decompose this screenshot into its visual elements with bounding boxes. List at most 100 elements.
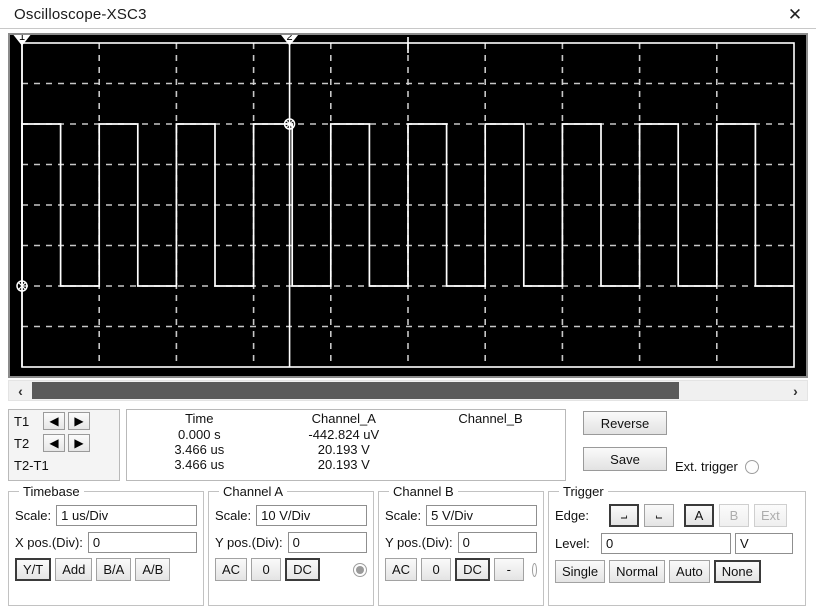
timebase-xpos-row: X pos.(Div): 0 (15, 531, 197, 553)
channel-a-trace (21, 123, 794, 287)
scrollbar-track[interactable] (679, 382, 784, 399)
channel-b-coupling-ac[interactable]: AC (385, 558, 418, 581)
channel-b-coupling--[interactable]: - (493, 558, 524, 581)
cursor-t2-row: T2 ◀ ▶ (9, 432, 119, 454)
channel-a-title: Channel A (219, 484, 287, 499)
scroll-right-icon[interactable]: › (784, 381, 807, 400)
trigger-group: Trigger Edge: ⨼ ⨽ A B Ext Level: 0 V Single… (548, 484, 806, 606)
cursor-diff-label: T2-T1 (14, 457, 49, 473)
cell-channel-b (416, 457, 565, 472)
channel-b-coupling-row: AC 0 DC - (385, 558, 537, 581)
channel-b-probe-indicator[interactable] (531, 562, 537, 577)
ext-trigger-label: Ext. trigger (675, 459, 738, 474)
header-channel-b: Channel_B (458, 411, 523, 426)
channel-b-ypos-label: Y pos.(Div): (385, 534, 453, 550)
ext-trigger-row: Ext. trigger (675, 459, 759, 474)
trigger-level-label: Level: (555, 536, 590, 551)
trigger-mode-auto[interactable]: Auto (669, 560, 710, 583)
cell-channel-a: 20.193 V (317, 457, 370, 472)
channel-a-scale-label: Scale: (215, 507, 252, 523)
channel-a-coupling-row: AC 0 DC (215, 558, 367, 581)
timebase-mode-b-a[interactable]: B/A (96, 558, 132, 581)
cell-channel-b (416, 442, 565, 457)
readout-zone: T1 ◀ ▶ T2 ◀ ▶ T2-T1 Time Channel_A Chann… (8, 409, 808, 487)
channel-b-ypos-row: Y pos.(Div): 0 (385, 531, 537, 553)
cell-channel-a: -442.824 uV (308, 427, 380, 442)
trigger-mode-none[interactable]: None (713, 560, 761, 583)
header-time: Time (185, 411, 214, 426)
cursor-controls: T1 ◀ ▶ T2 ◀ ▶ T2-T1 (8, 409, 120, 481)
channel-a-coupling-0[interactable]: 0 (251, 558, 282, 581)
header-channel-a: Channel_A (311, 411, 376, 426)
channel-b-ypos-input[interactable]: 0 (457, 531, 537, 553)
channel-a-scale-row: Scale: 10 V/Div (215, 504, 367, 526)
channel-a-scale-input[interactable]: 10 V/Div (256, 504, 367, 526)
trigger-edge-label: Edge: (555, 508, 589, 523)
trigger-source-a[interactable]: A (684, 504, 714, 527)
table-header-row: Time Channel_A Channel_B (127, 410, 565, 427)
channel-a-coupling-ac[interactable]: AC (215, 558, 248, 581)
trigger-mode-single[interactable]: Single (555, 560, 606, 583)
timebase-mode-buttons: Y/T Add B/A A/B (15, 558, 197, 581)
scroll-left-icon[interactable]: ‹ (9, 381, 32, 400)
timebase-mode-add[interactable]: Add (55, 558, 93, 581)
channel-a-ypos-label: Y pos.(Div): (215, 534, 283, 550)
cell-time: 0.000 s (177, 427, 221, 442)
channel-a-group: Channel A Scale: 10 V/Div Y pos.(Div): 0… (208, 484, 374, 606)
timebase-xpos-input[interactable]: 0 (87, 531, 197, 553)
trigger-level-unit[interactable]: V (735, 533, 793, 554)
oscilloscope-window: Oscilloscope-XSC3 ✕ 12 ‹ › T1 ◀ ▶ T2 ◀ ▶… (0, 0, 816, 610)
scrollbar-thumb[interactable] (32, 382, 679, 399)
timebase-mode-y-t[interactable]: Y/T (15, 558, 52, 581)
trigger-level-row: Level: 0 V (555, 532, 799, 555)
channel-b-scale-input[interactable]: 5 V/Div (426, 504, 537, 526)
trigger-edge-rising-edge[interactable]: ⨼ (609, 504, 639, 527)
table-row: 3.466 us 20.193 V (127, 457, 565, 472)
timebase-mode-a-b[interactable]: A/B (135, 558, 171, 581)
channel-a-ypos-input[interactable]: 0 (287, 531, 367, 553)
timebase-scale-input[interactable]: 1 us/Div (56, 504, 197, 526)
timebase-title: Timebase (19, 484, 84, 499)
channel-a-probe-indicator[interactable] (353, 562, 367, 577)
cursor-diff-row: T2-T1 (9, 454, 119, 476)
cell-channel-b (416, 427, 565, 442)
trigger-edge-row: Edge: ⨼ ⨽ A B Ext (555, 504, 799, 527)
title-bar: Oscilloscope-XSC3 ✕ (0, 0, 816, 29)
scope-screen[interactable]: 12 (8, 33, 808, 378)
timebase-xpos-label: X pos.(Div): (15, 534, 83, 550)
trigger-source-b: B (719, 504, 749, 527)
reverse-button[interactable]: Reverse (583, 411, 667, 435)
scope-canvas: 12 (10, 35, 806, 376)
channel-a-ypos-row: Y pos.(Div): 0 (215, 531, 367, 553)
save-button[interactable]: Save (583, 447, 667, 471)
cursor-t2-label: T2 (14, 435, 30, 451)
horizontal-scrollbar[interactable]: ‹ › (8, 380, 808, 401)
cursor-t2-right-button[interactable]: ▶ (68, 434, 90, 452)
channel-a-coupling-dc[interactable]: DC (285, 558, 320, 581)
svg-text:2: 2 (287, 35, 293, 43)
table-row: 3.466 us 20.193 V (127, 442, 565, 457)
cursor-t1-left-button[interactable]: ◀ (43, 412, 65, 430)
channel-b-group: Channel B Scale: 5 V/Div Y pos.(Div): 0 … (378, 484, 544, 606)
cursor-t1-label: T1 (14, 413, 30, 429)
channel-b-coupling-dc[interactable]: DC (455, 558, 490, 581)
cell-channel-a: 20.193 V (317, 442, 370, 457)
channel-b-title: Channel B (389, 484, 458, 499)
measurement-table: Time Channel_A Channel_B 0.000 s -442.824… (126, 409, 566, 481)
trigger-mode-buttons: Single Normal Auto None (555, 560, 799, 583)
trigger-edge-falling-edge[interactable]: ⨽ (644, 504, 674, 527)
cursor-t2-left-button[interactable]: ◀ (43, 434, 65, 452)
window-title: Oscilloscope-XSC3 (14, 5, 147, 23)
close-icon[interactable]: ✕ (782, 2, 808, 26)
trigger-mode-normal[interactable]: Normal (609, 560, 666, 583)
trigger-level-input[interactable]: 0 (601, 533, 731, 554)
svg-text:1: 1 (19, 35, 25, 43)
channel-b-scale-row: Scale: 5 V/Div (385, 504, 537, 526)
cursor-t1-right-button[interactable]: ▶ (68, 412, 90, 430)
channel-b-coupling-0[interactable]: 0 (421, 558, 452, 581)
side-buttons: Reverse Save Ext. trigger (583, 409, 808, 485)
trigger-source-ext: Ext (754, 504, 787, 527)
timebase-scale-label: Scale: (15, 507, 52, 523)
cursor-t1-row: T1 ◀ ▶ (9, 410, 119, 432)
ext-trigger-indicator[interactable] (744, 459, 759, 474)
